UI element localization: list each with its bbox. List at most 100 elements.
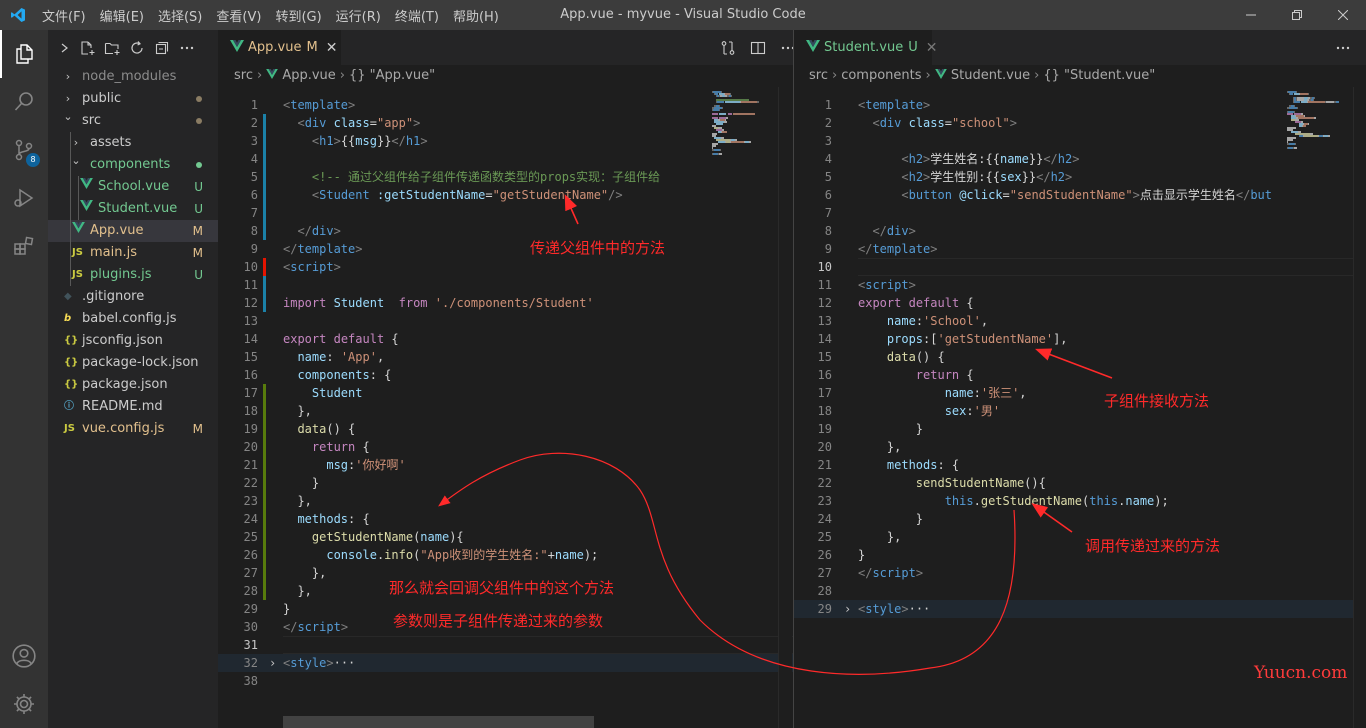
code-token: : [973,386,981,400]
close-tab-icon[interactable]: ✕ [326,40,338,56]
new-file-icon[interactable] [79,40,95,56]
source-control-icon[interactable]: 8 [0,126,48,174]
vscode-logo-icon [10,7,26,27]
more-actions-icon[interactable] [179,40,195,56]
close-window-button[interactable] [1320,0,1366,30]
restore-button[interactable] [1274,0,1320,30]
tree-item[interactable]: › node_modules [48,66,218,88]
menu-edit[interactable]: 编辑(E) [100,6,144,25]
menu-help[interactable]: 帮助(H) [453,6,499,25]
editor-more-icon[interactable] [780,40,793,56]
vue-file-icon [806,39,820,56]
tab-student-vue[interactable]: Student.vue U ✕ [794,30,938,65]
breadcrumb-item[interactable]: App.vue [282,68,335,83]
explorer-icon[interactable] [0,30,48,78]
right-code-editor[interactable]: 1 <template> 2 <div class="school"> 3 4 <h2>… [794,87,1366,728]
breadcrumb-item[interactable]: {} "App.vue" [349,68,435,83]
tree-item[interactable]: JS main.js M [48,242,218,264]
tree-item[interactable]: School.vue U [48,176,218,198]
new-folder-icon[interactable] [104,40,120,56]
manage-gear-icon[interactable] [0,680,48,728]
tree-item[interactable]: {} package.json [48,374,218,396]
tree-item-label: babel.config.js [82,311,177,326]
code-token: { [384,332,399,346]
breadcrumb-item[interactable]: src [234,68,253,83]
code-line: 9 </template> [794,240,1366,258]
tree-item[interactable]: {} package-lock.json [48,352,218,374]
menu-run[interactable]: 运行(R) [336,6,381,25]
refresh-icon[interactable] [129,40,145,56]
menu-go[interactable]: 转到(G) [275,6,321,25]
code-line: 4 <h2>学生姓名:{{name}}</h2> [794,150,1366,168]
line-number: 13 [817,314,832,328]
vertical-scrollbar[interactable] [1353,87,1366,728]
tree-item[interactable]: App.vue M [48,220,218,242]
close-tab-icon[interactable]: ✕ [926,40,938,56]
search-icon[interactable] [0,78,48,126]
breadcrumb: src › components › Student.vue ›{} "Student.… [809,68,1156,83]
account-icon[interactable] [0,632,48,680]
code-line: 18 sex:'男' [794,402,1366,420]
code-token: > [420,134,428,148]
code-line: 29 › <style>··· [794,600,1366,618]
annotation-pass-method: 传递父组件中的方法 [530,239,666,257]
vertical-scrollbar[interactable] [778,87,792,728]
breadcrumb: src › App.vue ›{} "App.vue" [234,68,436,83]
editor-more-icon[interactable] [1335,40,1351,56]
code-line: 32 › <style>··· [218,654,793,672]
code-token: methods [886,458,938,472]
minimap[interactable] [708,87,778,728]
tree-item[interactable]: b babel.config.js [48,308,218,330]
code-token: > [915,566,924,580]
code-text: </template> [283,240,362,258]
breadcrumb-item[interactable]: {} "Student.vue" [1043,68,1155,83]
menu-selection[interactable]: 选择(S) [158,6,202,25]
fold-chevron-icon[interactable]: › [269,654,276,672]
fold-chevron-icon[interactable]: › [844,600,851,618]
chevron-right-icon[interactable]: › [62,66,74,88]
extensions-icon[interactable] [0,222,48,270]
collapse-all-icon[interactable] [154,40,170,56]
line-number: 16 [243,368,258,382]
indent-guide [78,176,79,220]
code-text: }, [283,564,326,582]
split-editor-icon[interactable] [750,40,766,56]
menu-terminal[interactable]: 终端(T) [395,6,439,25]
breadcrumb-item[interactable]: components [841,68,921,83]
menu-view[interactable]: 查看(V) [216,6,261,25]
minimap[interactable] [1283,87,1353,728]
horizontal-scrollbar[interactable] [283,716,594,728]
code-token: h2 [1057,152,1073,166]
chevron-down-icon[interactable]: ⌄ [70,150,82,172]
tree-item[interactable]: ⌄ src [48,110,218,132]
tree-item[interactable]: JS vue.config.js M [48,418,218,440]
title-bar: 文件(F) 编辑(E) 选择(S) 查看(V) 转到(G) 运行(R) 终端(T… [0,0,1366,30]
tab-app-vue[interactable]: App.vue M ✕ [218,30,341,65]
minimize-button[interactable] [1228,0,1274,30]
run-debug-icon[interactable] [0,174,48,222]
code-token: ); [1154,494,1169,508]
code-text: export default { [858,294,974,312]
open-changes-icon[interactable] [720,40,736,56]
code-token: /> [608,188,623,202]
tree-item[interactable]: ⓘ README.md [48,396,218,418]
tree-item[interactable]: {} jsconfig.json [48,330,218,352]
tree-item[interactable]: ⌄ components [48,154,218,176]
tree-item[interactable]: Student.vue U [48,198,218,220]
tree-item[interactable]: ◆ .gitignore [48,286,218,308]
line-number: 4 [250,152,258,166]
chevron-down-icon[interactable]: ⌄ [62,106,74,128]
breadcrumb-item[interactable]: Student.vue [951,68,1030,83]
tree-item[interactable]: JS plugins.js U [48,264,218,286]
code-token: (){ [1024,476,1046,490]
line-number: 24 [817,512,832,526]
breadcrumb-item[interactable]: src [809,68,828,83]
line-number: 5 [824,170,832,184]
menu-file[interactable]: 文件(F) [42,6,86,25]
code-line: 7 [218,204,793,222]
collapse-chevron-icon[interactable] [60,41,70,55]
left-code-editor[interactable]: 1 <template> 2 <div class="app"> 3 <h1>{{ms… [218,87,793,728]
code-text: <script> [283,258,341,276]
